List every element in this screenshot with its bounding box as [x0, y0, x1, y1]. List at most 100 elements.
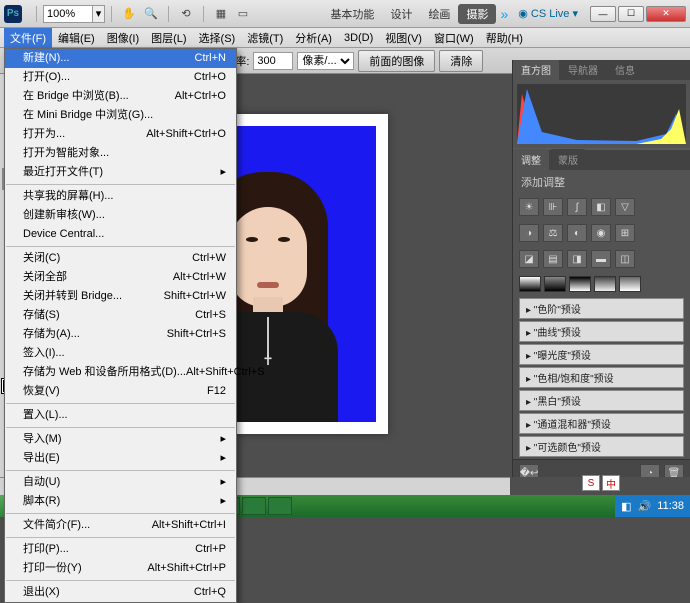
- workspace-essentials[interactable]: 基本功能: [322, 4, 382, 24]
- menu-item[interactable]: 打开(O)...Ctrl+O: [5, 68, 236, 87]
- preset-item[interactable]: ▸ "色相/饱和度"预设: [519, 367, 684, 388]
- menu-item[interactable]: 导入(M): [5, 430, 236, 449]
- menu-item[interactable]: 在 Mini Bridge 中浏览(G)...: [5, 106, 236, 125]
- tab-histogram[interactable]: 直方图: [513, 60, 559, 80]
- menu-edit[interactable]: 编辑(E): [52, 28, 101, 48]
- preset-item[interactable]: ▸ "曲线"预设: [519, 321, 684, 342]
- ime-indicator[interactable]: S 中: [582, 475, 620, 491]
- menu-item[interactable]: 关闭并转到 Bridge...Shift+Ctrl+W: [5, 287, 236, 306]
- tray-icon[interactable]: ◧: [621, 500, 631, 513]
- tab-info[interactable]: 信息: [607, 60, 643, 80]
- menu-3d[interactable]: 3D(D): [338, 30, 379, 46]
- menu-analysis[interactable]: 分析(A): [289, 28, 338, 48]
- resolution-input[interactable]: [253, 52, 293, 70]
- menu-item[interactable]: 自动(U): [5, 473, 236, 492]
- menu-item[interactable]: 文件简介(F)...Alt+Shift+Ctrl+I: [5, 516, 236, 535]
- menu-filter[interactable]: 滤镜(T): [241, 28, 289, 48]
- menu-item[interactable]: 置入(L)...: [5, 406, 236, 425]
- preset-item[interactable]: ▸ "色阶"预设: [519, 298, 684, 319]
- grad2[interactable]: [544, 276, 566, 292]
- menu-item[interactable]: 打印(P)...Ctrl+P: [5, 540, 236, 559]
- workspace-more-icon[interactable]: »: [500, 6, 508, 22]
- tray-icon[interactable]: 🔊: [638, 500, 652, 513]
- menu-item[interactable]: 共享我的屏幕(H)...: [5, 187, 236, 206]
- posterize-icon[interactable]: ▤: [543, 250, 563, 268]
- view-rotate-icon[interactable]: ⟲: [176, 4, 196, 24]
- menu-item[interactable]: 存储为 Web 和设备所用格式(D)...Alt+Shift+Ctrl+S: [5, 363, 236, 382]
- return-icon[interactable]: �↩: [519, 464, 539, 477]
- hand-tool-icon[interactable]: ✋: [119, 4, 139, 24]
- tab-adjustments[interactable]: 调整: [513, 149, 549, 170]
- invert-icon[interactable]: ◪: [519, 250, 539, 268]
- arrange-icon[interactable]: ▦: [211, 4, 231, 24]
- menu-item[interactable]: 签入(I)...: [5, 344, 236, 363]
- menu-item[interactable]: 存储(S)Ctrl+S: [5, 306, 236, 325]
- preset-item[interactable]: ▸ "曝光度"预设: [519, 344, 684, 365]
- preset-item[interactable]: ▸ "黑白"预设: [519, 390, 684, 411]
- clip-icon[interactable]: ◔: [640, 464, 660, 477]
- menu-layer[interactable]: 图层(L): [145, 28, 192, 48]
- system-tray[interactable]: ◧ 🔊 11:38: [615, 495, 690, 517]
- menu-item[interactable]: 退出(X)Ctrl+Q: [5, 583, 236, 602]
- workspace-design[interactable]: 设计: [382, 4, 420, 24]
- preset-item[interactable]: ▸ "可选颜色"预设: [519, 436, 684, 457]
- tray-clock[interactable]: 11:38: [657, 500, 684, 512]
- menu-item[interactable]: 在 Bridge 中浏览(B)...Alt+Ctrl+O: [5, 87, 236, 106]
- gradient-map-icon[interactable]: ▬: [591, 250, 611, 268]
- screen-mode-icon[interactable]: ▭: [233, 4, 253, 24]
- tab-masks[interactable]: 蒙版: [550, 149, 586, 170]
- workspace-photography[interactable]: 摄影: [458, 4, 496, 24]
- zoom-input[interactable]: [43, 5, 93, 23]
- trash-icon[interactable]: 🗑: [664, 464, 684, 477]
- vibrance-icon[interactable]: ▽: [615, 198, 635, 216]
- hue-icon[interactable]: ◑: [519, 224, 539, 242]
- grad1[interactable]: [519, 276, 541, 292]
- front-image-button[interactable]: 前面的图像: [358, 50, 435, 72]
- menu-view[interactable]: 视图(V): [379, 28, 428, 48]
- menu-item[interactable]: 恢复(V)F12: [5, 382, 236, 401]
- task-item[interactable]: [242, 497, 266, 515]
- menu-select[interactable]: 选择(S): [193, 28, 242, 48]
- clear-button[interactable]: 清除: [439, 50, 483, 72]
- bw-icon[interactable]: ◐: [567, 224, 587, 242]
- levels-icon[interactable]: ⊪: [543, 198, 563, 216]
- menu-item[interactable]: Device Central...: [5, 225, 236, 244]
- zoom-tool-icon[interactable]: 🔍: [141, 4, 161, 24]
- menu-item[interactable]: 打开为智能对象...: [5, 144, 236, 163]
- menu-item[interactable]: 打开为...Alt+Shift+Ctrl+O: [5, 125, 236, 144]
- maximize-button[interactable]: ☐: [618, 6, 644, 22]
- menu-item[interactable]: 打印一份(Y)Alt+Shift+Ctrl+P: [5, 559, 236, 578]
- menu-file[interactable]: 文件(F): [4, 28, 52, 48]
- workspace-painting[interactable]: 绘画: [420, 4, 458, 24]
- menu-item[interactable]: 关闭(C)Ctrl+W: [5, 249, 236, 268]
- zoom-dropdown[interactable]: ▾: [93, 5, 105, 23]
- brightness-icon[interactable]: ☀: [519, 198, 539, 216]
- preset-item[interactable]: ▸ "通道混和器"预设: [519, 413, 684, 434]
- grad4[interactable]: [594, 276, 616, 292]
- grad3[interactable]: [569, 276, 591, 292]
- channel-mixer-icon[interactable]: ⊞: [615, 224, 635, 242]
- grad5[interactable]: [619, 276, 641, 292]
- menu-item[interactable]: 创建新审核(W)...: [5, 206, 236, 225]
- menu-item[interactable]: 最近打开文件(T): [5, 163, 236, 182]
- color-balance-icon[interactable]: ⚖: [543, 224, 563, 242]
- exposure-icon[interactable]: ◧: [591, 198, 611, 216]
- minimize-button[interactable]: —: [590, 6, 616, 22]
- curves-icon[interactable]: ∫: [567, 198, 587, 216]
- tab-navigator[interactable]: 导航器: [560, 60, 606, 80]
- selective-color-icon[interactable]: ◫: [615, 250, 635, 268]
- photo-filter-icon[interactable]: ◉: [591, 224, 611, 242]
- close-button[interactable]: ✕: [646, 6, 686, 22]
- menu-item[interactable]: 导出(E): [5, 449, 236, 468]
- menu-item[interactable]: 脚本(R): [5, 492, 236, 511]
- task-item[interactable]: [268, 497, 292, 515]
- threshold-icon[interactable]: ◨: [567, 250, 587, 268]
- menu-item[interactable]: 关闭全部Alt+Ctrl+W: [5, 268, 236, 287]
- cs-live-button[interactable]: ◉ CS Live ▾: [518, 7, 578, 20]
- resolution-unit[interactable]: 像素/...: [297, 52, 354, 70]
- menu-window[interactable]: 窗口(W): [428, 28, 480, 48]
- menu-item[interactable]: 存储为(A)...Shift+Ctrl+S: [5, 325, 236, 344]
- menu-item[interactable]: 新建(N)...Ctrl+N: [5, 49, 236, 68]
- menu-help[interactable]: 帮助(H): [480, 28, 529, 48]
- menu-image[interactable]: 图像(I): [101, 28, 145, 48]
